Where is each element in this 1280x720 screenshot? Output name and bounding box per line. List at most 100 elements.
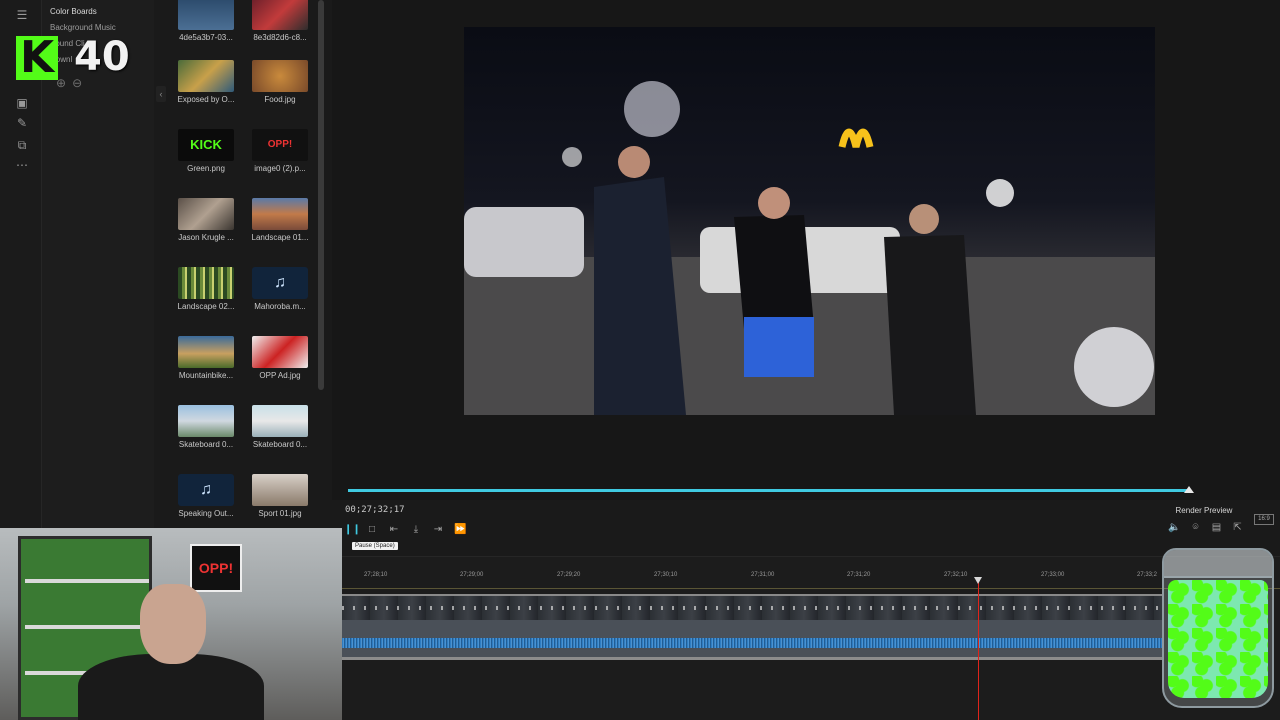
- media-thumbnail: [252, 336, 308, 368]
- mark-icon[interactable]: ⤓: [410, 524, 422, 535]
- media-item-label: Skateboard 0...: [252, 440, 308, 449]
- playback-controls: ❙❙ □ ⇤ ⤓ ⇥ ⏩: [344, 522, 466, 536]
- ruler-tick: 27;33;2: [1137, 572, 1158, 578]
- pause-icon[interactable]: ❙❙: [344, 524, 361, 535]
- media-thumbnail: [178, 0, 234, 30]
- media-item[interactable]: Food.jpg: [252, 60, 308, 126]
- media-item-label: Landscape 02...: [177, 302, 235, 311]
- preview-scrubber[interactable]: [348, 489, 1190, 492]
- brush-icon[interactable]: ✎: [14, 116, 30, 130]
- webcam-overlay: OPP!: [0, 528, 342, 720]
- stop-icon[interactable]: □: [366, 524, 378, 535]
- ruler-tick: 27;29;20: [557, 572, 581, 578]
- scrubber-handle[interactable]: [1184, 486, 1194, 493]
- media-item-label: Landscape 01...: [251, 233, 309, 242]
- effects-icon[interactable]: ▣: [14, 96, 30, 110]
- ruler-tick: 27;33;00: [1041, 572, 1065, 578]
- media-item[interactable]: Landscape 02...: [178, 267, 234, 333]
- fast-forward-icon[interactable]: ⏩: [454, 524, 466, 535]
- streamer-head: [140, 584, 206, 664]
- media-item-label: Jason Krugle ...: [178, 233, 234, 242]
- media-item[interactable]: 8e3d82d6-c8...: [252, 0, 308, 64]
- volume-icon[interactable]: 🔈: [1168, 522, 1181, 533]
- playhead-handle[interactable]: [974, 577, 982, 584]
- category-background-music[interactable]: Background Music: [50, 23, 116, 32]
- media-item[interactable]: Exposed by O...: [178, 60, 234, 126]
- media-item-label: Skateboard 0...: [178, 440, 234, 449]
- kick-jar-overlay: [1162, 548, 1274, 708]
- media-item[interactable]: KICK Green.png: [178, 129, 234, 195]
- snapshot-icon[interactable]: ⌾: [1189, 522, 1202, 533]
- media-item-label: Exposed by O...: [177, 95, 235, 104]
- media-item-label: Green.png: [187, 164, 225, 173]
- media-item-label: Food.jpg: [264, 95, 296, 104]
- next-frame-icon[interactable]: ⇥: [432, 524, 444, 535]
- media-thumbnail: OPP!: [252, 129, 308, 161]
- audio-track-clip[interactable]: [342, 620, 1162, 660]
- undock-icon[interactable]: ⇱: [1231, 522, 1244, 533]
- media-item[interactable]: OPP! image0 (2).p...: [252, 129, 308, 195]
- media-room-icon[interactable]: ☰: [14, 8, 30, 22]
- previous-frame-icon[interactable]: ⇤: [388, 524, 400, 535]
- jar-fill: [1168, 580, 1268, 698]
- video-scene: [464, 81, 1155, 415]
- media-thumbnail: ♫: [178, 474, 234, 506]
- media-thumbnail: [252, 405, 308, 437]
- media-item[interactable]: Skateboard 0...: [252, 405, 308, 471]
- filmstrip: [342, 606, 1162, 610]
- jar-lid: [1164, 550, 1272, 578]
- more-icon[interactable]: ⋯: [14, 158, 30, 172]
- media-thumbnail: [178, 60, 234, 92]
- media-thumbnail: [252, 60, 308, 92]
- media-item[interactable]: Landscape 01...: [252, 198, 308, 264]
- media-item-label: Sport 01.jpg: [258, 509, 302, 518]
- timeline-ruler[interactable]: 27;28;10 27;29;00 27;29;20 27;30;10 27;3…: [342, 568, 1280, 590]
- display-mode-icon[interactable]: ▤: [1210, 522, 1223, 533]
- music-note-icon: ♫: [252, 267, 308, 299]
- media-item-label: image0 (2).p...: [254, 164, 306, 173]
- editor-window: ☰ ▣ ✎ ⧉ ⋯ Color Boards Background Music …: [0, 0, 1280, 720]
- media-thumbnail: [178, 336, 234, 368]
- media-thumbnail: [252, 0, 308, 30]
- media-item[interactable]: ♫ Mahoroba.m...: [252, 267, 308, 333]
- media-item-label: Speaking Out...: [178, 509, 234, 518]
- media-thumbnail: [252, 198, 308, 230]
- media-thumbnail: [178, 267, 234, 299]
- media-scrollbar[interactable]: [318, 0, 324, 390]
- transition-icon[interactable]: ⧉: [14, 138, 30, 152]
- ruler-tick: 27;31;20: [847, 572, 871, 578]
- ruler-tick: 27;29;00: [460, 572, 484, 578]
- preview-tools: 🔈 ⌾ ▤ ⇱: [1168, 522, 1244, 533]
- ruler-tick: 27;30;10: [654, 572, 678, 578]
- timeline-playhead[interactable]: [978, 578, 979, 720]
- ruler-tick: 27;28;10: [364, 572, 388, 578]
- media-item-label: 8e3d82d6-c8...: [253, 33, 307, 42]
- video-track-clip[interactable]: [342, 594, 1162, 620]
- media-item[interactable]: OPP Ad.jpg: [252, 336, 308, 402]
- media-thumbnail: [252, 474, 308, 506]
- category-color-boards[interactable]: Color Boards: [50, 7, 97, 16]
- media-thumbnail: [178, 405, 234, 437]
- media-item-label: 4de5a3b7-03...: [179, 33, 233, 42]
- timecode-display[interactable]: 00;27;32;17: [345, 505, 405, 515]
- collapse-panel-button[interactable]: ‹: [156, 86, 166, 102]
- pause-tooltip: Pause (Space): [352, 542, 398, 550]
- media-item-label: Mountainbike...: [178, 371, 234, 380]
- media-item[interactable]: Skateboard 0...: [178, 405, 234, 471]
- ruler-tick: 27;31;00: [751, 572, 775, 578]
- media-item-label: OPP Ad.jpg: [259, 371, 301, 380]
- render-preview-button[interactable]: Render Preview: [1170, 503, 1238, 519]
- audio-waveform: [342, 638, 1162, 648]
- music-note-icon: ♫: [178, 474, 234, 506]
- media-item[interactable]: 4de5a3b7-03...: [178, 0, 234, 64]
- media-item[interactable]: Mountainbike...: [178, 336, 234, 402]
- media-thumbnail: [178, 198, 234, 230]
- ruler-line: [342, 588, 1280, 589]
- video-frame: [464, 27, 1155, 415]
- kick-count: 40: [74, 34, 130, 80]
- media-item[interactable]: Jason Krugle ...: [178, 198, 234, 264]
- media-thumbnail: KICK: [178, 129, 234, 161]
- media-thumbnail: ♫: [252, 267, 308, 299]
- aspect-ratio-badge[interactable]: 16:9: [1254, 514, 1274, 525]
- media-library: 4de5a3b7-03... 8e3d82d6-c8... Exposed by…: [166, 0, 326, 530]
